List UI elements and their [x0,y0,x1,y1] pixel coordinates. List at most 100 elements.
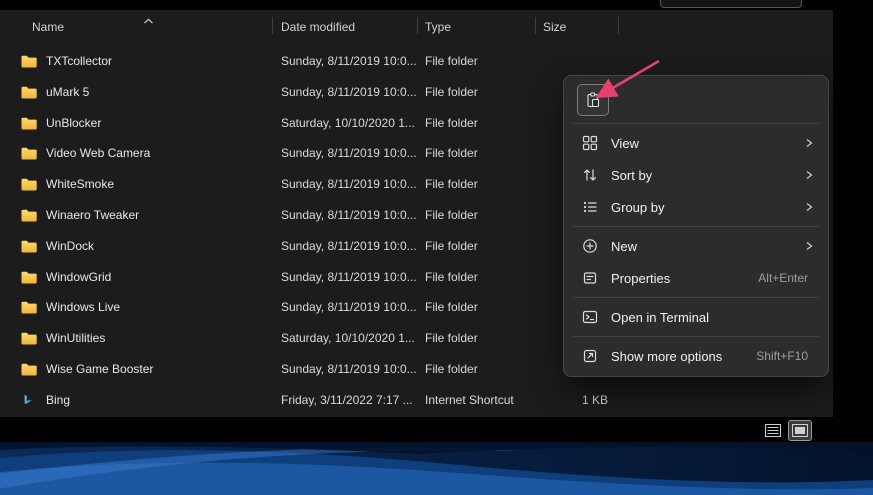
menu-item-label: View [611,136,802,151]
file-date-modified: Sunday, 8/11/2019 10:0... [281,239,417,253]
menu-item-shortcut: Shift+F10 [756,349,808,363]
column-divider [272,17,273,34]
file-icon-cell [21,178,37,191]
file-type: File folder [425,270,478,284]
menu-item-view[interactable]: View [568,127,824,159]
menu-item-show-more-options[interactable]: Show more options Shift+F10 [568,340,824,372]
file-name: Bing [46,393,70,407]
file-name: WhiteSmoke [46,177,114,191]
menu-item-label: Open in Terminal [611,310,816,325]
file-date-modified: Sunday, 8/11/2019 10:0... [281,177,417,191]
menu-separator [573,336,819,337]
file-date-modified: Sunday, 8/11/2019 10:0... [281,270,417,284]
file-size: 1 KB [530,393,608,407]
file-date-modified: Sunday, 8/11/2019 10:0... [281,54,417,68]
chevron-right-icon [802,238,816,254]
file-date-modified: Sunday, 8/11/2019 10:0... [281,208,417,222]
large-icons-view-icon [792,424,808,437]
menu-separator [573,297,819,298]
file-date-modified: Saturday, 10/10/2020 1... [281,331,415,345]
file-name: Windows Live [46,300,120,314]
file-type: File folder [425,331,478,345]
file-type: File folder [425,300,478,314]
file-name: UnBlocker [46,116,101,130]
menu-item-new[interactable]: New [568,230,824,262]
file-type: Internet Shortcut [425,393,514,407]
file-type: File folder [425,85,478,99]
menu-item-open-in-terminal[interactable]: Open in Terminal [568,301,824,333]
sort-icon [582,167,598,183]
folder-icon [21,55,37,68]
menu-separator [573,123,819,124]
context-menu-quick-actions [568,80,824,120]
folder-icon [21,332,37,345]
large-icons-view-button[interactable] [788,420,812,441]
file-type: File folder [425,54,478,68]
desktop-wallpaper [0,442,873,495]
file-icon-cell [21,271,37,284]
file-row[interactable]: TXTcollector Sunday, 8/11/2019 10:0... F… [0,46,833,77]
terminal-icon [582,309,598,325]
paste-button[interactable] [577,84,609,116]
file-date-modified: Sunday, 8/11/2019 10:0... [281,362,417,376]
file-name: Winaero Tweaker [46,208,139,222]
properties-icon [582,270,598,286]
file-name: WinDock [46,239,94,253]
file-type: File folder [425,362,478,376]
sort-ascending-icon [143,13,154,27]
menu-item-label: Sort by [611,168,802,183]
chevron-right-icon [802,167,816,183]
folder-icon [21,178,37,191]
group-by-icon [582,199,598,215]
menu-item-sort-by[interactable]: Sort by [568,159,824,191]
file-type: File folder [425,146,478,160]
file-name: TXTcollector [46,54,112,68]
file-icon-cell [21,117,37,130]
menu-item-shortcut: Alt+Enter [758,271,808,285]
column-header-name[interactable]: Name [32,20,64,34]
toolbar-dropdown-outline[interactable] [660,0,802,8]
folder-icon [21,209,37,222]
new-icon [582,238,598,254]
column-divider [618,17,619,34]
file-type: File folder [425,208,478,222]
file-icon-cell [21,55,37,68]
folder-icon [21,363,37,376]
file-icon-cell [21,86,37,99]
file-icon-cell [21,147,37,160]
menu-item-group-by[interactable]: Group by [568,191,824,223]
column-header-date-modified[interactable]: Date modified [281,20,355,34]
file-name: Video Web Camera [46,146,150,160]
file-icon-cell [21,394,37,407]
column-header-size[interactable]: Size [543,20,566,34]
file-date-modified: Saturday, 10/10/2020 1... [281,116,415,130]
paste-icon [585,92,601,108]
file-name: WindowGrid [46,270,111,284]
column-divider [417,17,418,34]
title-bar [0,0,873,10]
menu-item-label: Show more options [611,349,756,364]
folder-icon [21,301,37,314]
folder-icon [21,271,37,284]
file-row[interactable]: Bing Friday, 3/11/2022 7:17 ... Internet… [0,385,833,416]
chevron-right-icon [802,135,816,151]
file-type: File folder [425,239,478,253]
column-header-type[interactable]: Type [425,20,451,34]
status-bar [0,417,873,442]
file-type: File folder [425,116,478,130]
file-icon-cell [21,209,37,222]
file-date-modified: Sunday, 8/11/2019 10:0... [281,300,417,314]
details-view-button[interactable] [761,420,785,441]
menu-item-label: Properties [611,271,758,286]
column-header-row: Name Date modified Type Size [0,10,833,41]
file-name: Wise Game Booster [46,362,153,376]
file-icon-cell [21,240,37,253]
folder-icon [21,86,37,99]
view-icon [582,135,598,151]
menu-item-label: New [611,239,802,254]
file-date-modified: Friday, 3/11/2022 7:17 ... [281,393,413,407]
menu-item-properties[interactable]: Properties Alt+Enter [568,262,824,294]
column-divider [535,17,536,34]
file-date-modified: Sunday, 8/11/2019 10:0... [281,146,417,160]
internet-shortcut-icon [21,394,35,407]
